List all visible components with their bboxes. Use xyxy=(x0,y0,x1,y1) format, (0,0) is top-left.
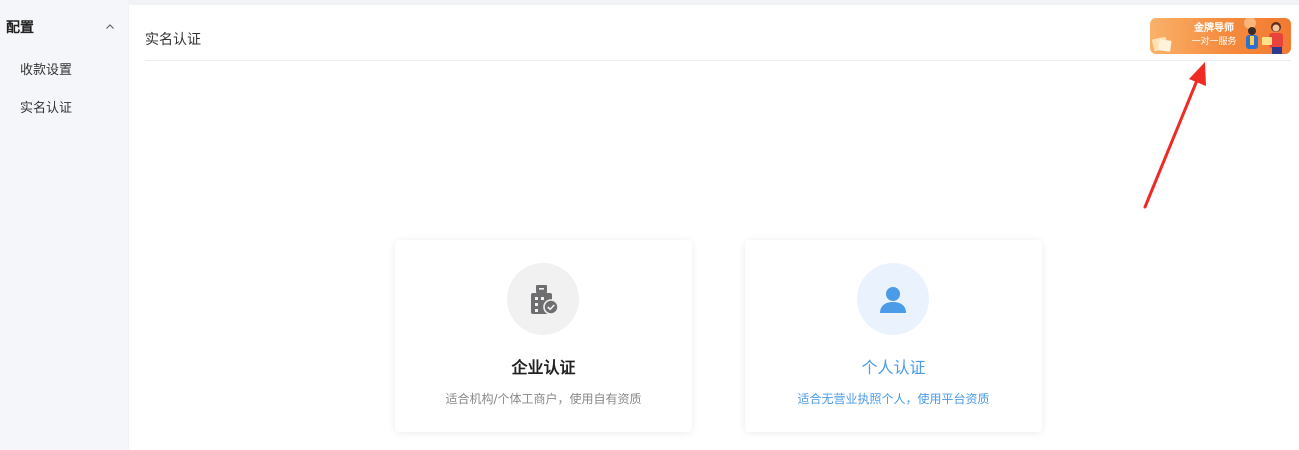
enterprise-auth-card[interactable]: 企业认证 适合机构/个体工商户，使用自有资质 xyxy=(395,240,692,432)
personal-icon-circle xyxy=(857,263,929,335)
sidebar-item-payment-settings[interactable]: 收款设置 xyxy=(20,59,72,78)
personal-auth-card[interactable]: 个人认证 适合无营业执照个人，使用平台资质 xyxy=(745,240,1042,432)
app-window: 配置 收款设置 实名认证 实名认证 金牌导师 一对一服务 企业认证 适合机构/个… xyxy=(0,0,1299,450)
chevron-up-icon[interactable] xyxy=(104,21,116,33)
sidebar: 配置 收款设置 实名认证 xyxy=(0,0,128,450)
sidebar-item-label: 实名认证 xyxy=(20,101,73,116)
card-title: 企业认证 xyxy=(511,358,576,377)
page-title: 实名认证 xyxy=(145,32,201,48)
sidebar-item-real-name-auth[interactable]: 实名认证 xyxy=(20,97,72,116)
card-description: 适合无营业执照个人，使用平台资质 xyxy=(797,392,990,406)
sidebar-group-title: 配置 xyxy=(6,20,34,36)
person-icon xyxy=(880,287,906,313)
banner-text: 金牌导师 一对一服务 xyxy=(1183,22,1245,49)
enterprise-icon-circle xyxy=(507,263,579,335)
sidebar-group-header[interactable]: 配置 xyxy=(6,17,116,37)
card-title: 个人认证 xyxy=(861,358,926,377)
card-description: 适合机构/个体工商户，使用自有资质 xyxy=(445,392,642,406)
building-verified-icon xyxy=(531,285,559,315)
sidebar-item-label: 收款设置 xyxy=(20,63,73,78)
banner-title: 金牌导师 xyxy=(1194,23,1234,34)
banner-subtitle: 一对一服务 xyxy=(1191,37,1237,47)
main-content: 实名认证 金牌导师 一对一服务 企业认证 适合机构/个体工商户，使用自有资质 个… xyxy=(129,5,1299,450)
title-divider xyxy=(145,60,1291,61)
mentor-service-banner[interactable]: 金牌导师 一对一服务 xyxy=(1150,18,1291,54)
